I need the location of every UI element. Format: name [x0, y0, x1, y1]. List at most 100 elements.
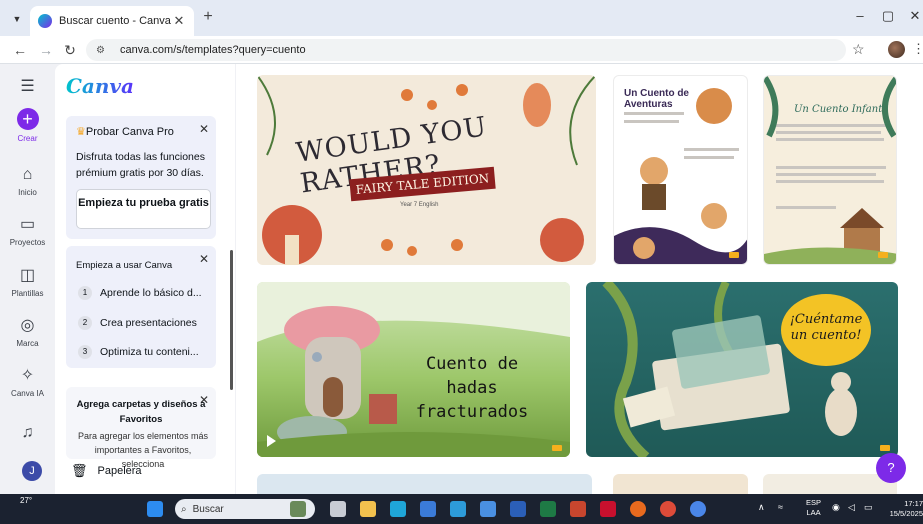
brand-icon: ◎ — [20, 317, 35, 334]
crown-icon — [880, 445, 890, 451]
bookmark-star-icon[interactable]: ☆ — [852, 41, 865, 58]
text-line — [624, 112, 684, 115]
back-arrow-icon[interactable]: ← — [10, 40, 30, 60]
tray-app-icon[interactable]: ≈ — [778, 502, 783, 512]
address-bar[interactable]: ⚙ canva.com/s/templates?query=cuento — [86, 39, 846, 61]
cuentame-speech-bubble: ¡Cuéntame un cuento! — [781, 294, 871, 366]
word-icon[interactable] — [510, 501, 526, 517]
sparkle-icon: ✧ — [20, 367, 35, 384]
text-line — [684, 156, 734, 159]
restore-button[interactable]: ▢ — [878, 8, 898, 24]
language-code: ESP — [806, 498, 822, 507]
rail-item-templates[interactable]: ◫ Plantillas — [0, 267, 55, 298]
cottage-illustration — [764, 76, 896, 264]
template-card-partial[interactable] — [763, 474, 897, 494]
chrome-icon[interactable] — [660, 501, 676, 517]
template-card-partial[interactable] — [257, 474, 592, 494]
rail-item-brand[interactable]: ◎ Marca — [0, 317, 55, 348]
step-number: 1 — [78, 286, 92, 300]
start-trial-button[interactable]: Empieza tu prueba gratis — [76, 189, 211, 229]
year-subtitle: Year 7 English — [400, 202, 439, 208]
browser-tabstrip: ▼ Buscar cuento - Canva ✕ + – ▢ ✕ — [0, 0, 923, 36]
getting-started-title: Empieza a usar Canva — [76, 260, 173, 271]
rail-item-canva-ai[interactable]: ✧ Canva IA — [0, 367, 55, 398]
template-card-cuento-de-hadas[interactable]: Cuento de hadas fracturados — [257, 282, 570, 457]
window-close-button[interactable]: ✕ — [905, 8, 923, 24]
plus-icon: + — [16, 108, 39, 130]
browser-menu-icon[interactable]: ⋮ — [912, 41, 923, 57]
text-line — [624, 120, 679, 123]
home-label: Inicio — [18, 188, 37, 197]
tab-close-icon[interactable]: ✕ — [172, 13, 186, 29]
template-card-infantil[interactable]: Un Cuento Infantil — [763, 75, 897, 265]
play-icon — [267, 435, 276, 447]
template-card-cuentame[interactable]: ¡Cuéntame un cuento! — [586, 282, 898, 457]
tray-chevron-icon[interactable]: ∧ — [758, 502, 765, 513]
weather-widget[interactable]: 27° — [20, 496, 32, 505]
reload-icon[interactable]: ↻ — [60, 40, 80, 60]
powerpoint-icon[interactable] — [570, 501, 586, 517]
clock-date: 15/5/2025 — [889, 509, 923, 518]
browser-tab[interactable]: Buscar cuento - Canva ✕ — [30, 6, 194, 36]
search-icon: ⌕ — [181, 503, 187, 515]
tab-title: Buscar cuento - Canva — [59, 15, 171, 27]
close-icon[interactable]: ✕ — [199, 252, 209, 266]
step-number: 2 — [78, 316, 92, 330]
list-item[interactable]: 1 Aprende lo básico d... — [78, 286, 202, 300]
projects-label: Proyectos — [9, 238, 46, 247]
new-tab-button[interactable]: + — [199, 8, 217, 26]
avatar[interactable]: J — [22, 461, 42, 481]
browser-toolbar: ← → ↻ ⚙ canva.com/s/templates?query=cuen… — [0, 36, 923, 64]
minimize-button[interactable]: – — [850, 8, 870, 23]
firefox-icon[interactable] — [630, 501, 646, 517]
tab-search-button[interactable]: ▼ — [8, 10, 26, 28]
edge-icon[interactable] — [390, 501, 406, 517]
store-icon[interactable] — [420, 501, 436, 517]
panel-scrollbar[interactable] — [230, 250, 233, 390]
home-icon: ⌂ — [22, 166, 33, 183]
crown-icon — [552, 445, 562, 451]
trash-icon: 🗑 — [71, 463, 88, 478]
forward-arrow-icon[interactable]: → — [36, 40, 56, 60]
pro-trial-title: ♛Probar Canva Pro — [76, 125, 174, 138]
list-item[interactable]: 3 Optimiza tu conteni... — [78, 345, 199, 359]
battery-icon[interactable]: ▭ — [864, 502, 873, 513]
templates-label: Plantillas — [11, 289, 44, 298]
profile-avatar[interactable] — [888, 41, 905, 58]
collapse-panel-button[interactable]: ☰ — [0, 78, 55, 96]
canva-favicon-icon — [38, 14, 52, 28]
windows-start-icon[interactable] — [147, 501, 163, 517]
favorites-title: Agrega carpetas y diseños a Favoritos — [76, 399, 206, 425]
text-line — [684, 148, 739, 151]
app-icon[interactable] — [600, 501, 616, 517]
close-icon[interactable]: ✕ — [199, 122, 209, 136]
step-number: 3 — [78, 345, 92, 359]
app-icon[interactable] — [450, 501, 466, 517]
template-card-would-you-rather[interactable]: WOULD YOU RATHER? FAIRY TALE EDITION Yea… — [257, 75, 596, 265]
canva-logo[interactable]: Canva — [66, 74, 134, 98]
notifications-button[interactable]: ♫ — [0, 424, 55, 442]
help-button[interactable]: ? — [876, 453, 906, 483]
step-label: Optimiza tu conteni... — [100, 346, 199, 358]
trash-label: Papelera — [97, 465, 142, 477]
chrome-icon[interactable] — [690, 501, 706, 517]
task-view-icon[interactable] — [330, 501, 346, 517]
template-card-aventuras[interactable]: Un Cuento de Aventuras — [613, 75, 748, 265]
list-item[interactable]: 2 Crea presentaciones — [78, 316, 197, 330]
trash-link[interactable]: 🗑 Papelera — [71, 463, 142, 479]
rail-item-projects[interactable]: ▭ Proyectos — [0, 216, 55, 247]
language-indicator[interactable]: ESP LAA — [806, 498, 821, 518]
weather-temp: 27° — [20, 496, 33, 505]
site-info-icon[interactable]: ⚙ — [96, 45, 110, 56]
clock[interactable]: 17:17 15/5/2025 — [885, 499, 923, 519]
file-explorer-icon[interactable] — [360, 501, 376, 517]
excel-icon[interactable] — [540, 501, 556, 517]
app-icon[interactable] — [480, 501, 496, 517]
template-card-partial[interactable] — [613, 474, 748, 494]
wifi-icon[interactable]: ◉ — [832, 502, 840, 513]
volume-icon[interactable]: ◁ — [848, 502, 855, 513]
create-button[interactable]: + Crear — [0, 108, 55, 143]
pro-trial-card: ✕ ♛Probar Canva Pro Disfruta todas las f… — [66, 116, 216, 239]
rail-item-home[interactable]: ⌂ Inicio — [0, 166, 55, 197]
taskbar-widget-icon[interactable] — [290, 501, 306, 517]
